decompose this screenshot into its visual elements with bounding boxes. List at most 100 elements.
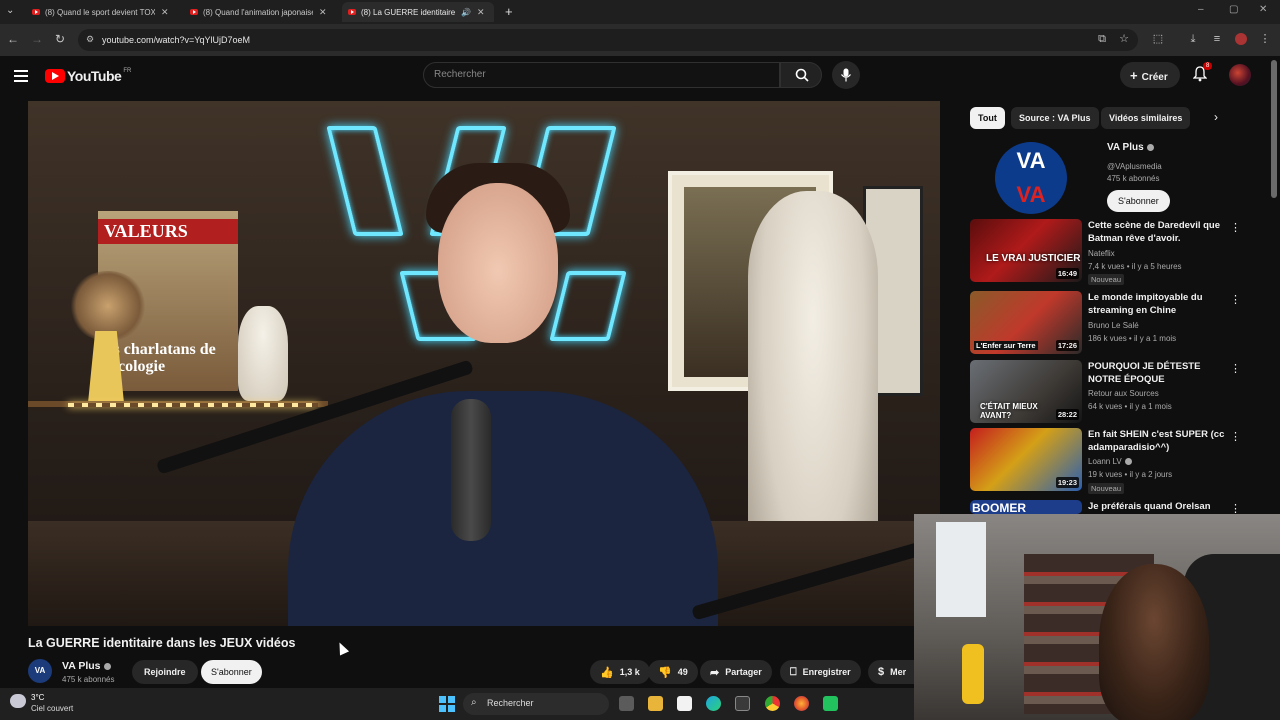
bookmark-star-icon[interactable]: ☆ (1118, 33, 1130, 45)
recommendation-title[interactable]: Je préférais quand Orelsan était (1088, 500, 1228, 514)
recommendation-item[interactable]: 19:23 En fait SHEIN c'est SUPER (cc adam… (970, 428, 1270, 494)
site-info-icon[interactable]: ⚙ (86, 34, 94, 45)
close-tab-icon[interactable]: ✕ (477, 7, 485, 18)
extensions-icon[interactable]: ⬚ (1152, 33, 1164, 45)
hamburger-menu-icon[interactable] (14, 70, 28, 85)
thanks-icon: $ (878, 666, 885, 678)
youtube-logo[interactable]: YouTube FR (45, 68, 131, 84)
join-button[interactable]: Rejoindre (132, 660, 198, 684)
more-options-icon[interactable]: ⋮ (1230, 502, 1241, 514)
chip-source[interactable]: Source : VA Plus (1011, 107, 1099, 129)
recommendation-channel[interactable]: Bruno Le Salé (1088, 321, 1139, 330)
recommendation-title[interactable]: Le monde impitoyable du streaming en Chi… (1088, 291, 1228, 317)
recommendation-title[interactable]: Cette scène de Daredevil que Batman rêve… (1088, 219, 1228, 245)
chip-similar[interactable]: Vidéos similaires (1101, 107, 1191, 129)
maximize-icon[interactable]: ▢ (1229, 4, 1238, 15)
channel-name[interactable]: VA Plus (62, 660, 111, 672)
video-thumbnail[interactable]: L'Enfer sur Terre 17:26 (970, 291, 1082, 354)
recommendation-item[interactable]: C'ÉTAIT MIEUX AVANT? 28:22 POURQUOI JE D… (970, 360, 1270, 426)
store-icon[interactable] (735, 696, 750, 711)
browser-tab-3-active[interactable]: (8) La GUERRE identitaire d 🔊 ✕ (342, 2, 494, 22)
share-button[interactable]: ➦ Partager (700, 660, 772, 684)
recommendation-item[interactable]: L'Enfer sur Terre 17:26 Le monde impitoy… (970, 291, 1270, 357)
channel-card-subscribe-button[interactable]: S'abonner (1107, 190, 1170, 212)
like-count: 1,3 k (619, 667, 640, 677)
like-button[interactable]: 👍 1,3 k (590, 660, 650, 684)
recommendation-channel[interactable]: Loann LV (1088, 457, 1132, 466)
back-arrow-icon[interactable]: ← (7, 32, 19, 46)
video-thumbnail[interactable]: C'ÉTAIT MIEUX AVANT? 28:22 (970, 360, 1082, 423)
tab-title: (8) La GUERRE identitaire d (361, 7, 457, 17)
edge-browser-icon[interactable] (706, 696, 721, 711)
task-view-icon[interactable] (619, 696, 634, 711)
cast-icon[interactable]: ⧉ (1096, 33, 1108, 45)
thumbnail-text: L'Enfer sur Terre (974, 341, 1038, 350)
recommendation-title[interactable]: POURQUOI JE DÉTESTE NOTRE ÉPOQUE (1088, 360, 1228, 386)
channel-card-name[interactable]: VA Plus (1107, 142, 1154, 153)
more-options-icon[interactable]: ⋮ (1230, 430, 1241, 443)
save-button[interactable]: ⎕ Enregistrer (780, 660, 861, 684)
page-scrollbar[interactable] (1271, 60, 1277, 198)
minimize-icon[interactable]: – (1198, 4, 1204, 15)
more-options-icon[interactable]: ⋮ (1230, 221, 1241, 234)
download-icon[interactable]: ⤓ (1187, 33, 1199, 45)
taskbar-search[interactable]: ⌕ Rechercher (463, 693, 609, 715)
video-thumbnail[interactable]: LE VRAI JUSTICIER 16:49 (970, 219, 1082, 282)
microphone-icon (841, 68, 851, 82)
video-thumbnail[interactable]: 19:23 (970, 428, 1082, 491)
search-button[interactable] (780, 62, 822, 88)
windows-start-icon[interactable] (439, 696, 455, 712)
menu-kebab-icon[interactable]: ⋮ (1259, 33, 1271, 45)
voice-search-button[interactable] (832, 61, 860, 89)
firefox-browser-icon[interactable] (794, 696, 809, 711)
youtube-favicon-icon (32, 9, 40, 15)
verified-check-icon (103, 662, 111, 670)
recommendation-item[interactable]: LE VRAI JUSTICIER 16:49 Cette scène de D… (970, 219, 1270, 285)
document-icon[interactable] (677, 696, 692, 711)
audio-playing-icon[interactable]: 🔊 (461, 8, 471, 17)
share-arrow-icon: ➦ (710, 666, 720, 679)
new-tab-icon[interactable]: + (505, 4, 513, 19)
create-button[interactable]: + Créer (1120, 62, 1180, 88)
chip-all[interactable]: Tout (970, 107, 1005, 129)
more-button[interactable]: $ Mer (868, 660, 914, 684)
more-options-icon[interactable]: ⋮ (1230, 293, 1241, 306)
close-window-icon[interactable]: ✕ (1259, 4, 1267, 15)
youtube-play-logo-icon (45, 69, 65, 83)
poster-left-title: VALEURS (98, 219, 238, 244)
browser-tab-2[interactable]: (8) Quand l'animation japonaise ✕ (184, 2, 333, 22)
app-icon[interactable] (823, 696, 838, 711)
search-input[interactable]: Rechercher (423, 62, 780, 88)
temperature[interactable]: 3°C (31, 693, 44, 702)
dislike-button[interactable]: 👎 49 (648, 660, 698, 684)
browser-tab-1[interactable]: (8) Quand le sport devient TOXI ✕ (26, 2, 175, 22)
address-bar[interactable]: ⚙ youtube.com/watch?v=YqYlUjD7oeM (78, 29, 1138, 51)
profile-avatar-icon[interactable] (1235, 33, 1247, 45)
video-player[interactable]: VALEURS les charlatans de l'écologie (28, 101, 940, 626)
recommendation-meta: 7,4 k vues • il y a 5 heures (1088, 262, 1182, 271)
recommendation-item[interactable]: BOOMER Je préférais quand Orelsan était … (970, 500, 1270, 514)
media-controls-icon[interactable]: ≡ (1211, 33, 1223, 45)
chevron-right-icon[interactable]: › (1214, 110, 1218, 124)
recommendation-meta: 64 k vues • il y a 1 mois (1088, 402, 1172, 411)
weather-description[interactable]: Ciel couvert (31, 704, 73, 713)
mouse-cursor (334, 640, 350, 656)
video-thumbnail[interactable]: BOOMER (970, 500, 1082, 514)
file-explorer-icon[interactable] (648, 696, 663, 711)
tab-list-chevron-icon[interactable]: ⌄ (6, 5, 14, 16)
va-plus-logo[interactable]: VA VA (995, 142, 1067, 214)
more-options-icon[interactable]: ⋮ (1230, 362, 1241, 375)
close-tab-icon[interactable]: ✕ (161, 7, 169, 18)
forward-arrow-icon[interactable]: → (31, 32, 43, 46)
cloudy-weather-icon[interactable] (10, 694, 26, 708)
chrome-browser-icon[interactable] (765, 696, 780, 711)
subscribe-button[interactable]: S'abonner (201, 660, 262, 684)
recommendation-channel[interactable]: Retour aux Sources (1088, 389, 1159, 398)
video-duration: 17:26 (1055, 340, 1079, 351)
account-avatar[interactable] (1229, 64, 1251, 86)
recommendation-title[interactable]: En fait SHEIN c'est SUPER (cc adamparadi… (1088, 428, 1228, 454)
reload-icon[interactable]: ↻ (55, 32, 65, 46)
recommendation-channel[interactable]: Nateflix (1088, 249, 1115, 258)
close-tab-icon[interactable]: ✕ (319, 7, 327, 18)
channel-avatar[interactable]: VA (28, 659, 52, 683)
